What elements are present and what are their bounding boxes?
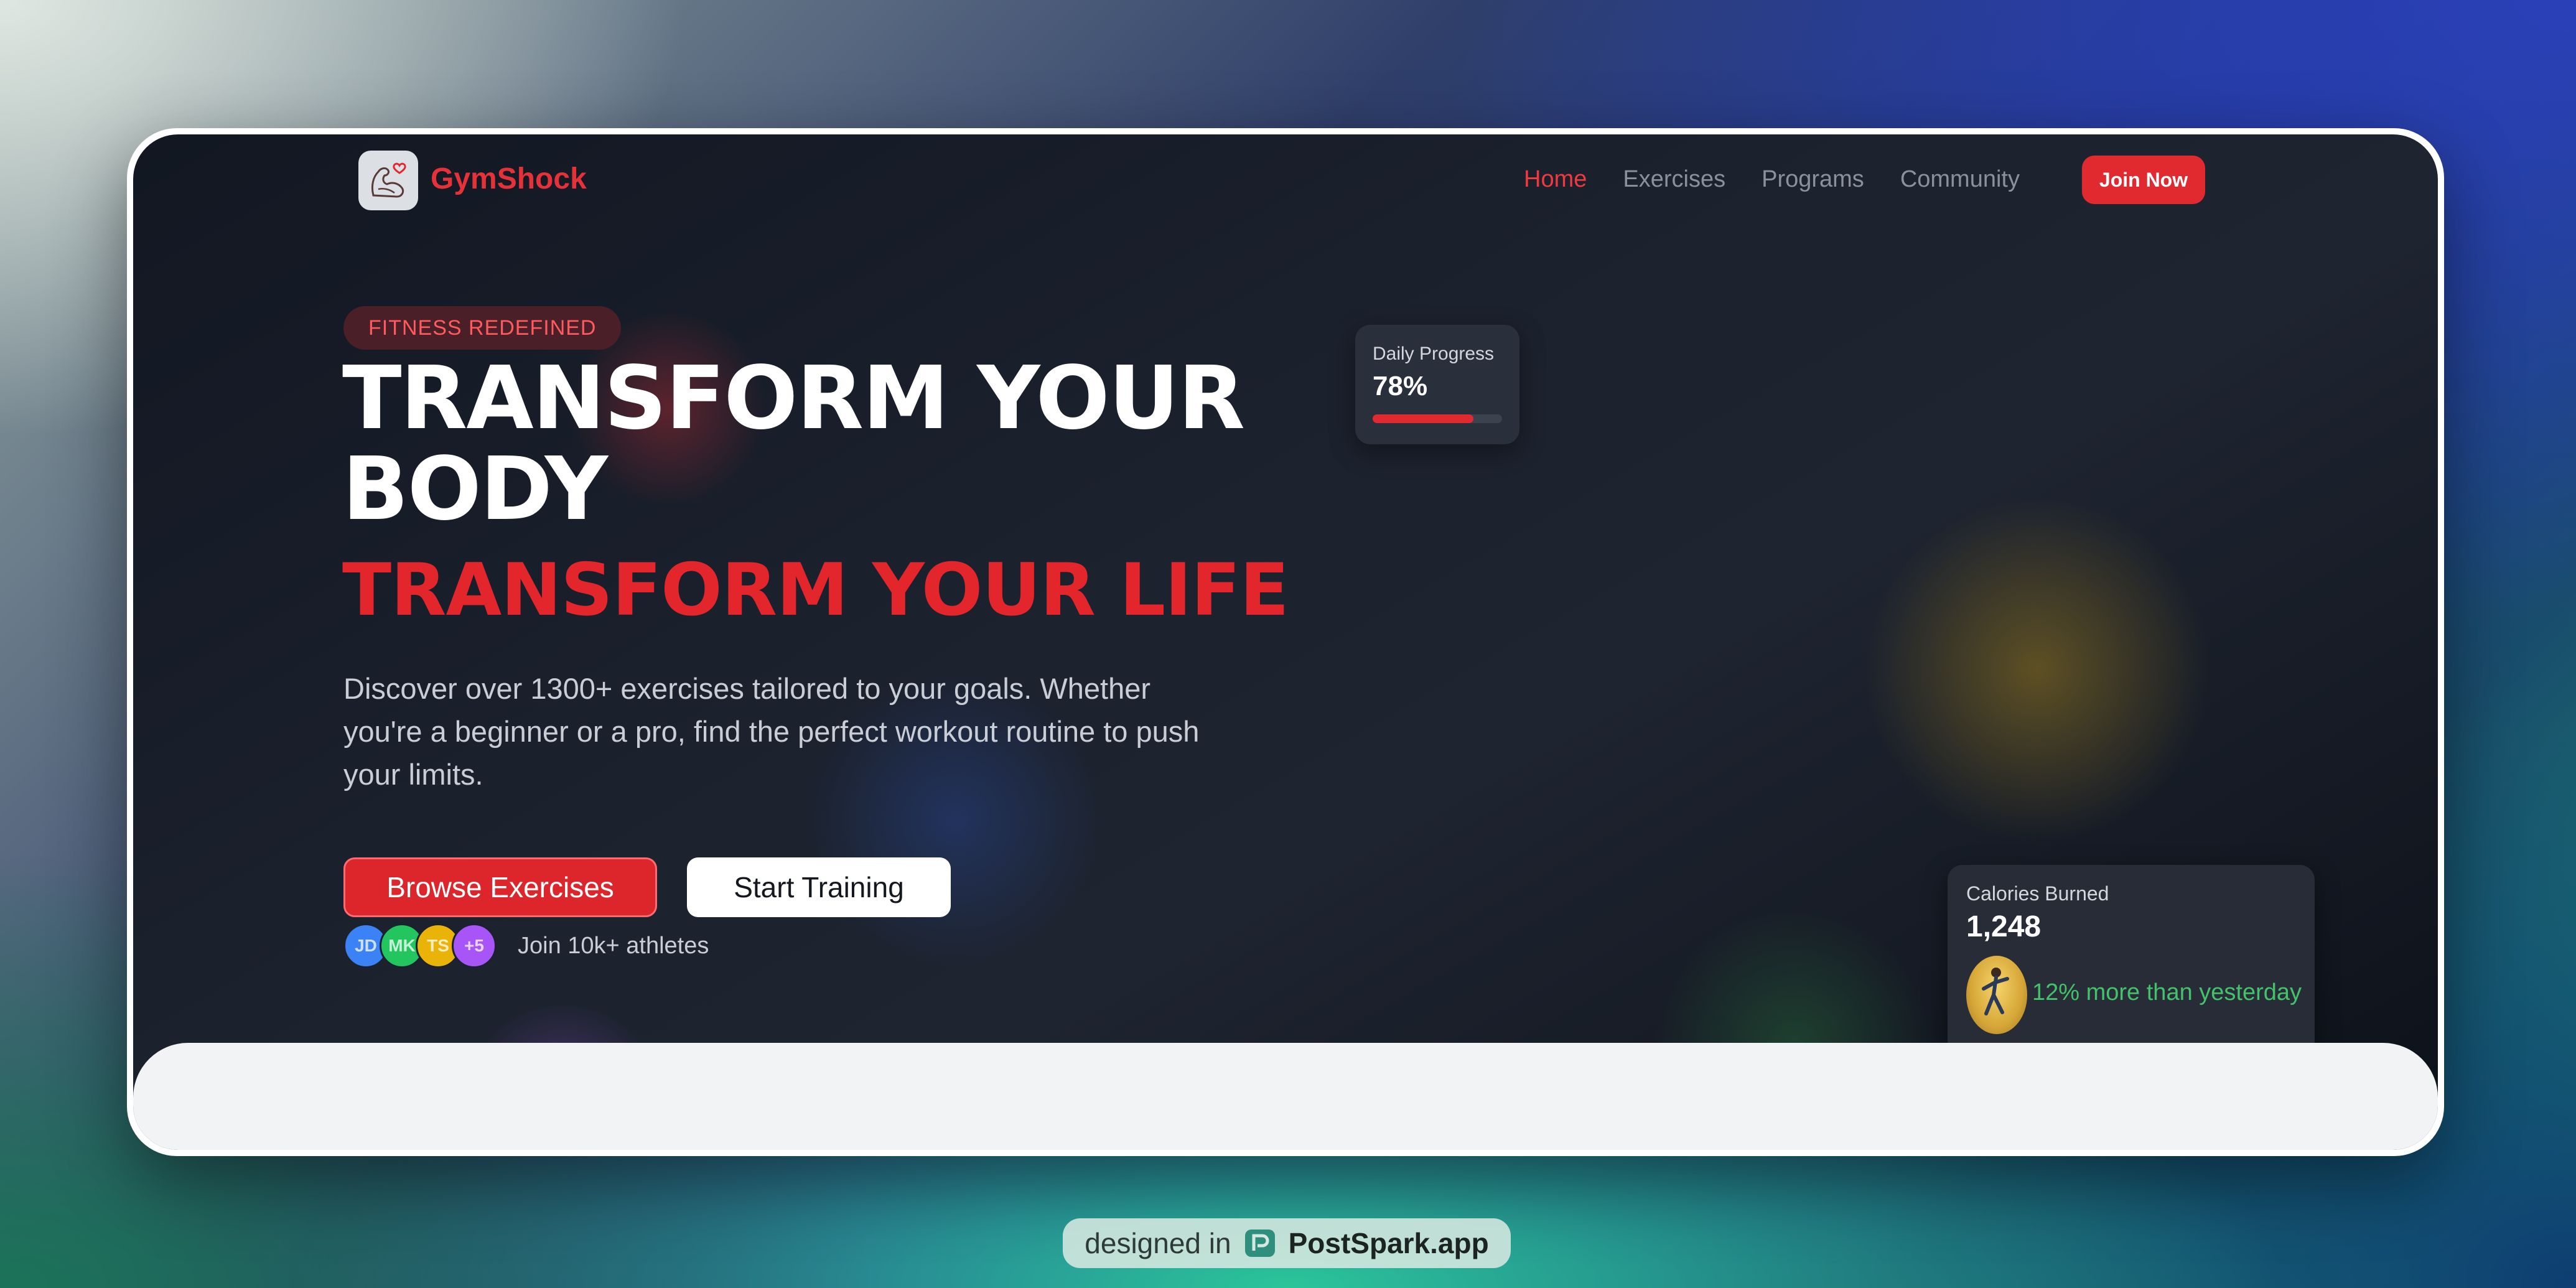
progress-bar-fill [1373, 414, 1474, 423]
postspark-watermark[interactable]: designed in PostSpark.app [1063, 1218, 1511, 1268]
hero-title-accent: TRANSFORM YOUR LIFE [342, 548, 1289, 632]
nav-programs[interactable]: Programs [1762, 161, 1864, 198]
app-window: GymShock Home Exercises Programs Communi… [127, 128, 2444, 1156]
calories-value: 1,248 [1966, 910, 2042, 943]
avatar-more: +5 [452, 923, 497, 968]
hero-screen: GymShock Home Exercises Programs Communi… [133, 134, 2438, 1150]
daily-progress-card: Daily Progress 78% [1355, 325, 1519, 444]
hero-description: Discover over 1300+ exercises tailored t… [343, 672, 1200, 791]
calories-comparison: 12% more than yesterday [2032, 979, 2302, 1006]
start-training-button[interactable]: Start Training [687, 857, 951, 917]
calories-card: Calories Burned 1,248 12% more than yest… [1948, 865, 2315, 1055]
brand-name[interactable]: GymShock [431, 161, 587, 198]
progress-bar [1373, 414, 1502, 423]
social-proof-text: Join 10k+ athletes [518, 933, 709, 959]
calories-label: Calories Burned [1966, 882, 2109, 905]
content-section-top [133, 1043, 2438, 1150]
progress-label: Daily Progress [1373, 343, 1495, 364]
logo-icon[interactable] [358, 151, 418, 210]
progress-value: 78% [1373, 371, 1428, 401]
tagline-badge: FITNESS REDEFINED [343, 306, 622, 350]
watermark-brand: PostSpark.app [1288, 1227, 1489, 1259]
hero-title: TRANSFORM YOUR BODY [342, 348, 1245, 540]
browse-exercises-button[interactable]: Browse Exercises [343, 857, 657, 917]
main-nav: Home Exercises Programs Community [1524, 161, 2056, 198]
nav-exercises[interactable]: Exercises [1623, 161, 1725, 198]
athlete-image [1966, 956, 2027, 1034]
yellow-glow [1863, 495, 2211, 844]
watermark-prefix: designed in [1085, 1227, 1231, 1259]
join-now-button[interactable]: Join Now [2082, 156, 2205, 204]
postspark-logo-icon [1244, 1230, 1275, 1257]
nav-home[interactable]: Home [1524, 161, 1587, 198]
nav-community[interactable]: Community [1900, 161, 2020, 198]
